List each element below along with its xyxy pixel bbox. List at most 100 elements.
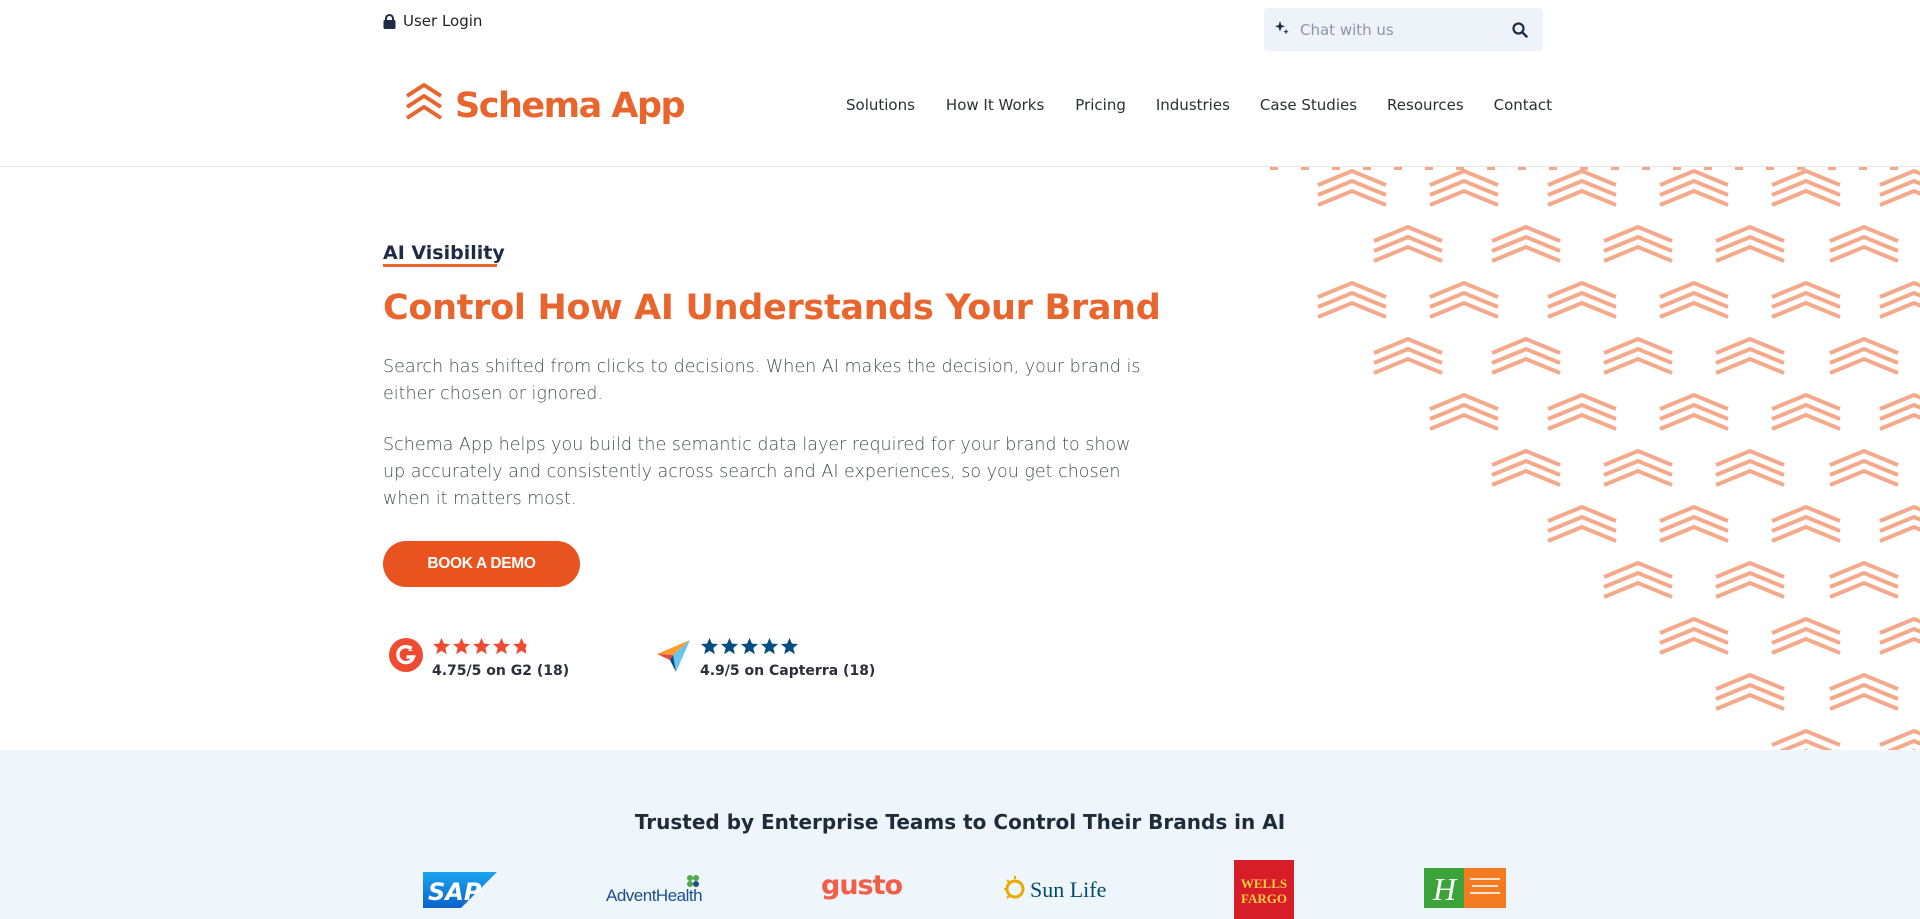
- hero-paragraph-1: Search has shifted from clicks to decisi…: [383, 357, 1141, 404]
- chevron-mark: [1547, 168, 1617, 207]
- chevron-mark: [1491, 336, 1561, 375]
- adventhealth-logo: AdventHealth: [606, 874, 718, 904]
- svg-text:FARGO: FARGO: [1241, 891, 1287, 906]
- capterra-logo-icon: [656, 636, 692, 678]
- trusted-title: Trusted by Enterprise Teams to Control T…: [634, 810, 1286, 834]
- nav-resources[interactable]: Resources: [1387, 96, 1464, 114]
- chevron-mark: [1491, 448, 1561, 487]
- logo-wordmark: Schema App: [455, 86, 686, 126]
- schema-app-logo[interactable]: Schema App: [405, 82, 686, 130]
- nav-pricing[interactable]: Pricing: [1075, 96, 1126, 114]
- hero-paragraph-2: Schema App helps you build the semantic …: [383, 435, 1131, 509]
- chevron-mark: [1603, 336, 1673, 375]
- hero-title: Control How AI Understands Your Brand: [383, 288, 1161, 328]
- chevron-mark: [1715, 448, 1785, 487]
- sap-logo: SAP: [423, 872, 497, 908]
- chevron-mark: [1429, 392, 1499, 431]
- svg-text:SAP: SAP: [428, 878, 482, 906]
- chevron-mark: [1771, 728, 1841, 750]
- nav-case-studies[interactable]: Case Studies: [1260, 96, 1357, 114]
- chevron-mark: [1659, 280, 1729, 319]
- chevron-mark: [1715, 336, 1785, 375]
- chevron-mark: [1829, 336, 1899, 375]
- star-icon: [492, 637, 511, 654]
- capterra-stars: [700, 636, 875, 656]
- chevron-mark: [1659, 168, 1729, 207]
- g2-logo-icon: 2: [388, 636, 424, 676]
- chevron-mark: [1771, 504, 1841, 543]
- chevron-mark: [1659, 392, 1729, 431]
- chevron-mark: [1829, 560, 1899, 599]
- g2-rating-text: 4.75/5 on G2 (18): [432, 663, 570, 679]
- chevron-mark: [1603, 448, 1673, 487]
- chevron-mark: [1547, 280, 1617, 319]
- chevron-mark: [1429, 168, 1499, 207]
- star-icon: [700, 637, 719, 654]
- svg-text:2: 2: [408, 645, 413, 653]
- chevron-mark: [1491, 224, 1561, 263]
- chevron-mark: [1373, 336, 1443, 375]
- chevron-mark: [1603, 560, 1673, 599]
- chevron-mark: [1829, 448, 1899, 487]
- star-icon: [452, 637, 471, 654]
- g2-stars: [432, 636, 569, 656]
- chevron-mark: [1879, 728, 1920, 750]
- chevron-mark: [1715, 672, 1785, 711]
- svg-text:gusto: gusto: [821, 870, 903, 901]
- nav-contact[interactable]: Contact: [1494, 96, 1552, 114]
- chevron-mark: [1829, 672, 1899, 711]
- chat-input[interactable]: [1300, 20, 1509, 39]
- chevron-mark: [1879, 504, 1920, 543]
- sparkle-icon: [1274, 20, 1290, 40]
- svg-text:H: H: [1432, 871, 1458, 907]
- chevron-mark: [1317, 168, 1387, 207]
- wells-fargo-logo: WELLS FARGO: [1234, 860, 1294, 919]
- chevron-mark: [1879, 280, 1920, 319]
- capterra-rating[interactable]: 4.9/5 on Capterra (18): [656, 636, 875, 679]
- nav-industries[interactable]: Industries: [1156, 96, 1230, 114]
- chevron-mark: [1771, 280, 1841, 319]
- chevron-mark: [1771, 616, 1841, 655]
- gusto-logo: gusto: [820, 870, 906, 906]
- star-icon: [472, 637, 491, 654]
- hero-eyebrow: AI Visibility: [383, 242, 505, 264]
- chevron-stack-logo-icon: [405, 82, 443, 130]
- svg-text:WELLS: WELLS: [1241, 876, 1287, 891]
- chevron-mark: [1659, 504, 1729, 543]
- star-icon: [512, 637, 531, 654]
- star-icon: [780, 637, 799, 654]
- capterra-rating-text: 4.9/5 on Capterra (18): [700, 663, 876, 679]
- nav-how-it-works[interactable]: How It Works: [946, 96, 1044, 114]
- customer-logo-strip: SAP AdventHealth gusto Sun Life WELLS FA…: [0, 858, 1920, 919]
- sun-life-logo: Sun Life: [1002, 874, 1122, 904]
- user-login-link[interactable]: User Login: [383, 12, 482, 30]
- svg-text:AdventHealth: AdventHealth: [606, 886, 702, 904]
- chevron-mark: [1771, 168, 1841, 207]
- holiday-inn-club-logo: H: [1424, 868, 1506, 908]
- g2-rating[interactable]: 2 4.75/5 on G2 (18): [388, 636, 569, 679]
- eyebrow-underline: [383, 264, 497, 267]
- chevron-mark: [1547, 392, 1617, 431]
- chevron-pattern-decoration: [1250, 167, 1920, 750]
- lock-icon: [383, 13, 396, 29]
- chevron-mark: [1659, 616, 1729, 655]
- search-icon[interactable]: [1509, 19, 1531, 41]
- book-demo-button[interactable]: BOOK A DEMO: [383, 541, 580, 587]
- chevron-mark: [1879, 392, 1920, 431]
- chevron-mark: [1603, 224, 1673, 263]
- chevron-mark: [1879, 616, 1920, 655]
- nav-solutions[interactable]: Solutions: [846, 96, 915, 114]
- chevron-mark: [1547, 504, 1617, 543]
- svg-text:Sun Life: Sun Life: [1030, 877, 1106, 902]
- chat-search-box: [1264, 8, 1543, 51]
- star-icon: [720, 637, 739, 654]
- chevron-mark: [1317, 280, 1387, 319]
- user-login-label: User Login: [403, 12, 483, 30]
- chevron-mark: [1715, 560, 1785, 599]
- main-nav: Solutions How It Works Pricing Industrie…: [846, 96, 1552, 114]
- chevron-mark: [1715, 224, 1785, 263]
- chevron-mark: [1429, 280, 1499, 319]
- star-icon: [432, 637, 451, 654]
- chevron-mark: [1879, 168, 1920, 207]
- chevron-mark: [1771, 392, 1841, 431]
